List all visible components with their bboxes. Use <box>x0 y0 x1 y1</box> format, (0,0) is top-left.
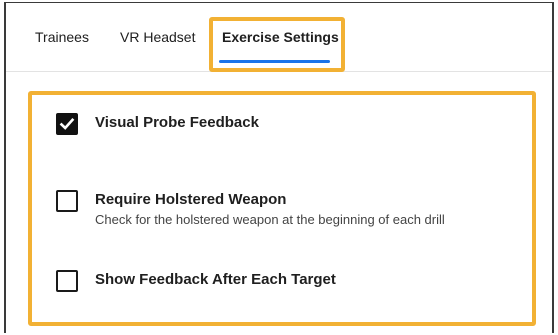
tab-vr-headset[interactable]: VR Headset <box>120 29 195 45</box>
checkbox-visual-probe-feedback[interactable] <box>56 113 78 135</box>
setting-label: Visual Probe Feedback <box>95 114 259 131</box>
checkmark-icon <box>59 117 75 130</box>
checkbox-show-feedback-after-each-target[interactable] <box>56 270 78 292</box>
setting-description: Check for the holstered weapon at the be… <box>95 212 445 227</box>
setting-label: Require Holstered Weapon <box>95 191 287 208</box>
tab-highlight-box <box>209 17 345 72</box>
setting-label: Show Feedback After Each Target <box>95 271 336 288</box>
tab-trainees[interactable]: Trainees <box>35 29 89 45</box>
checkbox-require-holstered-weapon[interactable] <box>56 190 78 212</box>
settings-highlight-panel: Visual Probe Feedback Require Holstered … <box>28 91 536 326</box>
app-frame: Trainees VR Headset Exercise Settings Vi… <box>4 2 554 333</box>
